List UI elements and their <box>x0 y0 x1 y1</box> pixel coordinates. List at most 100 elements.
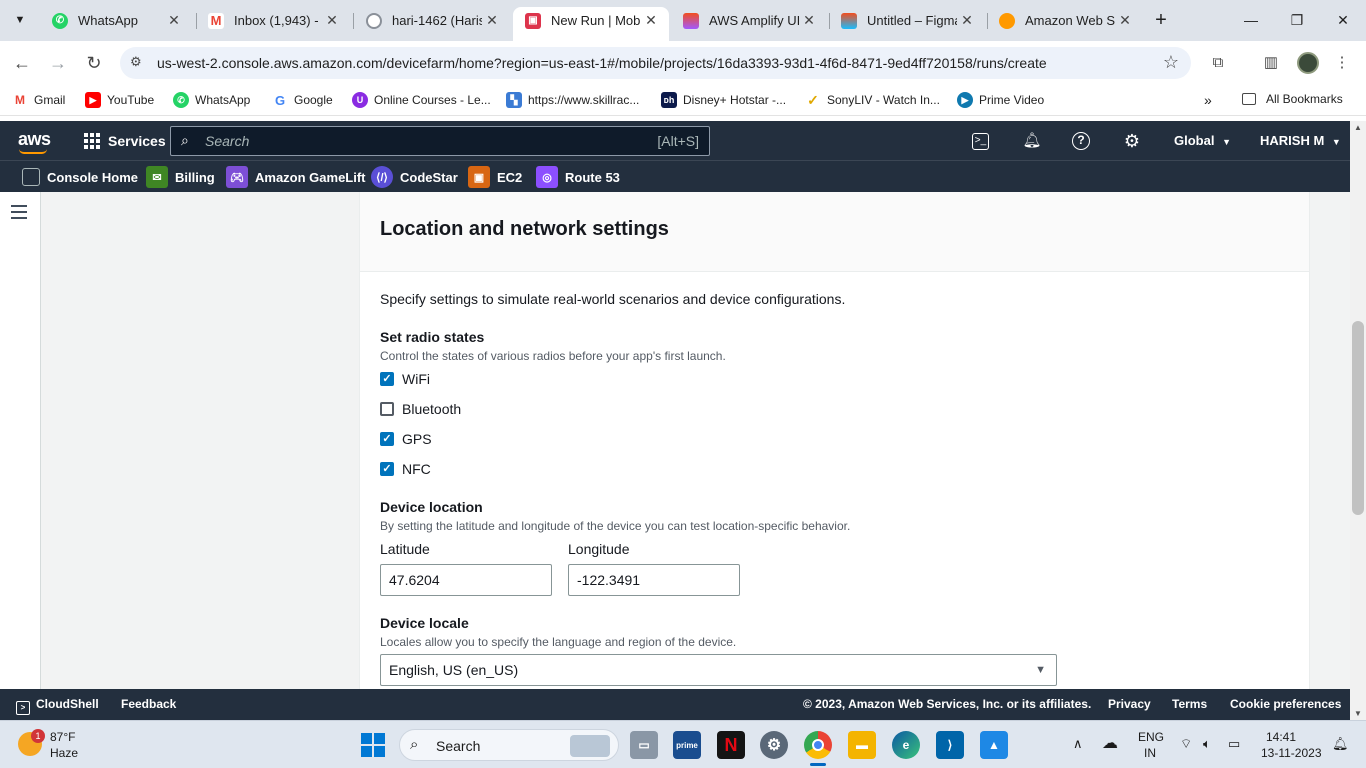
feedback-link[interactable]: Feedback <box>121 697 176 711</box>
forward-arrow-icon[interactable]: → <box>46 51 70 75</box>
close-tab-icon[interactable]: ✕ <box>322 12 342 29</box>
bookmark-whatsapp[interactable]: ✆ WhatsApp <box>173 92 250 108</box>
favorite-billing[interactable]: ✉ Billing <box>146 165 215 189</box>
tab-search-chevron-icon[interactable]: ▼ <box>8 8 32 32</box>
bookmark-gmail[interactable]: M Gmail <box>12 92 65 108</box>
hamburger-menu-icon[interactable] <box>11 205 27 219</box>
new-tab-plus-icon[interactable]: + <box>1150 9 1172 31</box>
show-hidden-icons-chevron-icon[interactable]: ∧ <box>1073 736 1083 752</box>
notification-bell-icon[interactable]: 🔔︎ <box>1332 736 1349 752</box>
privacy-link[interactable]: Privacy <box>1108 697 1151 711</box>
services-menu[interactable]: Services <box>108 133 166 149</box>
bookmark-hotstar[interactable]: ᴅh Disney+ Hotstar -... <box>661 92 786 108</box>
help-icon[interactable]: ? <box>1072 132 1090 150</box>
favorite-codestar[interactable]: ⟨/⟩ CodeStar <box>371 165 458 189</box>
address-bar[interactable]: ⚙ us-west-2.console.aws.amazon.com/devic… <box>120 47 1191 79</box>
checkbox-checked-icon[interactable]: ✓ <box>380 462 394 476</box>
checkbox-nfc[interactable]: ✓ NFC <box>380 460 431 478</box>
weather-description[interactable]: Haze <box>50 746 78 760</box>
checkbox-checked-icon[interactable]: ✓ <box>380 432 394 446</box>
chrome-app-icon[interactable] <box>804 731 832 759</box>
tab-whatsapp[interactable]: ✆ WhatsApp ✕ <box>40 7 192 34</box>
checkbox-gps[interactable]: ✓ GPS <box>380 430 432 448</box>
taskbar-search[interactable]: ⌕ Search <box>399 729 619 761</box>
vscode-app-icon[interactable]: ⟩ <box>936 731 964 759</box>
chrome-menu-icon[interactable]: ⋮ <box>1331 52 1353 74</box>
terms-link[interactable]: Terms <box>1172 697 1207 711</box>
battery-icon[interactable]: ▭ <box>1228 736 1240 752</box>
tab-figma[interactable]: Untitled – Figma ✕ <box>829 7 985 34</box>
favorite-console-home[interactable]: Console Home <box>22 165 138 189</box>
url-text[interactable]: us-west-2.console.aws.amazon.com/devicef… <box>157 55 1047 71</box>
region-selector[interactable]: Global ▼ <box>1174 133 1231 148</box>
aws-search-box[interactable]: ⌕ [Alt+S] <box>170 126 710 156</box>
minimize-icon[interactable]: — <box>1238 8 1264 32</box>
wifi-icon[interactable]: ⌔ <box>1180 736 1192 752</box>
checkbox-wifi[interactable]: ✓ WiFi <box>380 370 430 388</box>
settings-gear-icon[interactable]: ⚙ <box>1122 131 1142 151</box>
tab-aws[interactable]: Amazon Web Se ✕ <box>987 7 1143 34</box>
netflix-app-icon[interactable]: N <box>717 731 745 759</box>
tab-amplify[interactable]: AWS Amplify UI ✕ <box>671 7 827 34</box>
all-bookmarks[interactable]: All Bookmarks <box>1242 92 1343 106</box>
bookmark-skillrack[interactable]: ▚ https://www.skillrac... <box>506 92 639 108</box>
cloudshell-icon[interactable]: >_ <box>972 133 989 150</box>
bookmark-google[interactable]: G Google <box>272 92 333 108</box>
scrollbar-thumb[interactable] <box>1352 321 1364 515</box>
close-tab-icon[interactable]: ✕ <box>164 12 184 29</box>
close-tab-icon[interactable]: ✕ <box>957 12 977 29</box>
close-window-icon[interactable]: ✕ <box>1330 8 1356 32</box>
language-bottom[interactable]: IN <box>1144 746 1156 760</box>
bookmarks-overflow-chevron-icon[interactable]: » <box>1204 92 1212 108</box>
bookmark-online-courses[interactable]: U Online Courses - Le... <box>352 92 491 108</box>
longitude-input[interactable]: -122.3491 <box>568 564 740 596</box>
windows-start-icon[interactable] <box>361 733 385 757</box>
checkbox-checked-icon[interactable]: ✓ <box>380 372 394 386</box>
side-panel-icon[interactable]: ▥ <box>1260 52 1282 74</box>
prime-video-app-icon[interactable]: prime <box>673 731 701 759</box>
photos-app-icon[interactable]: ▲ <box>980 731 1008 759</box>
reload-icon[interactable]: ↻ <box>82 51 106 75</box>
notifications-bell-icon[interactable]: 🔔︎ <box>1022 131 1042 151</box>
bookmark-star-icon[interactable]: ☆ <box>1163 52 1179 73</box>
back-arrow-icon[interactable]: ← <box>10 51 34 75</box>
settings-app-icon[interactable]: ⚙ <box>760 731 788 759</box>
favorite-gamelift[interactable]: 🎮︎ Amazon GameLift <box>226 165 366 189</box>
tab-devicefarm-active[interactable]: ▣ New Run | Mobile ✕ <box>513 7 669 41</box>
checkbox-bluetooth[interactable]: Bluetooth <box>380 400 461 418</box>
file-explorer-icon[interactable]: ▬ <box>848 731 876 759</box>
bookmark-prime-video[interactable]: ▶ Prime Video <box>957 92 1044 108</box>
close-tab-icon[interactable]: ✕ <box>1115 12 1135 29</box>
clock-time[interactable]: 14:41 <box>1266 730 1296 744</box>
language-top[interactable]: ENG <box>1138 730 1164 744</box>
weather-temperature[interactable]: 87°F <box>50 730 75 744</box>
close-tab-icon[interactable]: ✕ <box>641 12 661 29</box>
cookie-preferences-link[interactable]: Cookie preferences <box>1230 697 1341 711</box>
favorite-route53[interactable]: ◎ Route 53 <box>536 165 620 189</box>
task-view-icon[interactable]: ▭ <box>630 731 658 759</box>
aws-search-input[interactable] <box>205 133 625 149</box>
clock-date[interactable]: 13-11-2023 <box>1261 746 1322 760</box>
services-grid-icon[interactable] <box>84 133 100 149</box>
profile-avatar[interactable] <box>1297 52 1319 74</box>
edge-app-icon[interactable]: e <box>892 731 920 759</box>
latitude-input[interactable]: 47.6204 <box>380 564 552 596</box>
restore-icon[interactable]: ❐ <box>1284 8 1310 32</box>
favorite-ec2[interactable]: ▣ EC2 <box>468 165 522 189</box>
checkbox-unchecked-icon[interactable] <box>380 402 394 416</box>
volume-icon[interactable]: 🔈︎ <box>1203 736 1211 752</box>
page-scrollbar[interactable]: ▲ ▼ <box>1350 121 1366 720</box>
close-tab-icon[interactable]: ✕ <box>482 12 502 29</box>
extensions-icon[interactable]: ⧉ <box>1207 52 1229 74</box>
onedrive-cloud-icon[interactable]: ☁ <box>1102 733 1118 753</box>
account-menu[interactable]: HARISH M ▼ <box>1260 133 1341 148</box>
scroll-up-arrow-icon[interactable]: ▲ <box>1354 123 1362 132</box>
bookmark-youtube[interactable]: ▶ YouTube <box>85 92 154 108</box>
bookmark-sonyliv[interactable]: ✓ SonyLIV - Watch In... <box>805 92 940 108</box>
tab-gmail[interactable]: M Inbox (1,943) - h ✕ <box>196 7 350 34</box>
site-info-icon[interactable]: ⚙ <box>130 54 142 70</box>
scroll-down-arrow-icon[interactable]: ▼ <box>1354 709 1362 718</box>
device-locale-select[interactable]: English, US (en_US) ▼ <box>380 654 1057 686</box>
aws-logo[interactable]: aws <box>18 129 51 150</box>
cloudshell-button[interactable]: > CloudShell <box>16 697 99 715</box>
